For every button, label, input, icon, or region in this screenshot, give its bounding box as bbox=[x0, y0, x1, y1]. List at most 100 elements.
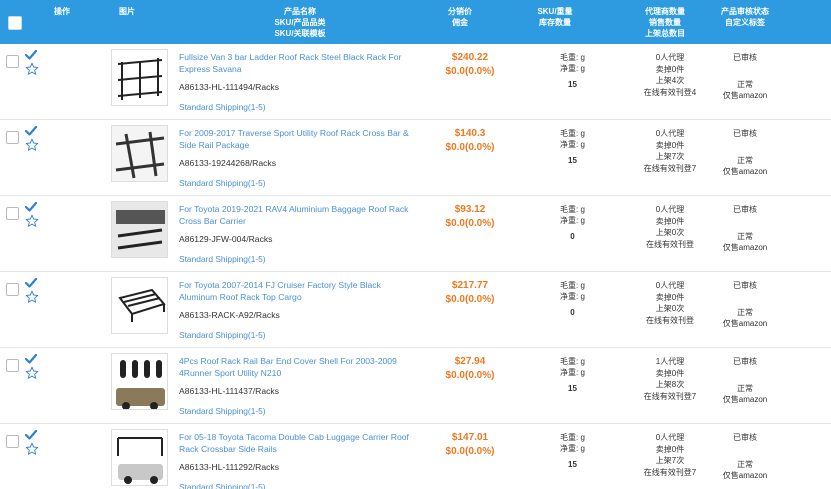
product-status: 正常 bbox=[737, 460, 753, 469]
listed-count: 上架0次 bbox=[655, 304, 685, 314]
checkmark-icon[interactable] bbox=[25, 126, 37, 136]
checkmark-icon[interactable] bbox=[25, 430, 37, 440]
sold-count: 卖掉0件 bbox=[655, 64, 685, 74]
checkmark-icon[interactable] bbox=[25, 278, 37, 288]
star-icon[interactable] bbox=[25, 366, 39, 380]
header-dist-price: 分销价 bbox=[448, 7, 472, 16]
star-icon[interactable] bbox=[25, 62, 39, 76]
weight-info: 毛重: g 净重: g bbox=[535, 204, 610, 226]
row-checkbox[interactable] bbox=[6, 435, 19, 448]
product-sku: A86133-19244268/Racks bbox=[179, 158, 276, 168]
active-listings: 在线有效刊登4 bbox=[643, 87, 697, 97]
commission-value: $0.0(0.0%) bbox=[445, 294, 495, 305]
review-status: 已审核 bbox=[733, 357, 757, 366]
product-title-link[interactable]: 4Pcs Roof Rack Rail Bar End Cover Shell … bbox=[179, 355, 415, 379]
net-weight: 净重: g bbox=[560, 64, 585, 73]
shipping-template-link[interactable]: Standard Shipping(1-5) bbox=[179, 178, 266, 188]
header-custom-tag: 自定义标签 bbox=[725, 18, 765, 27]
header-sales-qty: 销售数量 bbox=[649, 18, 681, 27]
checkmark-icon[interactable] bbox=[25, 202, 37, 212]
listed-count: 上架7次 bbox=[655, 456, 685, 466]
sold-count: 卖掉0件 bbox=[655, 292, 685, 302]
agent-sales-info: 0人代理 卖掉0件 上架0次 在线有效刊登 bbox=[630, 204, 710, 250]
stock-quantity: 15 bbox=[568, 156, 577, 165]
header-sku-column: SKU/重量 库存数量 bbox=[520, 6, 590, 28]
row-checkbox[interactable] bbox=[6, 55, 19, 68]
header-review-status: 产品审核状态 bbox=[721, 7, 769, 16]
agent-sales-info: 0人代理 卖掉0件 上架7次 在线有效刊登7 bbox=[630, 128, 710, 174]
stock-quantity: 0 bbox=[570, 232, 575, 241]
gross-weight: 毛重: g bbox=[560, 433, 585, 442]
product-status: 正常 bbox=[737, 232, 753, 241]
header-sku-weight: SKU/重量 bbox=[537, 7, 573, 16]
header-agent-qty: 代理商数量 bbox=[645, 7, 685, 16]
sold-count: 卖掉0件 bbox=[655, 216, 685, 226]
select-all-checkbox[interactable] bbox=[8, 16, 22, 30]
agent-count: 1人代理 bbox=[655, 357, 685, 366]
active-listings: 在线有效刊登 bbox=[646, 239, 694, 249]
distribution-price: $240.22 bbox=[451, 52, 489, 63]
product-sku: A86133-HL-111292/Racks bbox=[179, 462, 280, 472]
header-operation: 操作 bbox=[54, 7, 70, 16]
header-sku-category: SKU/产品品类 bbox=[274, 18, 326, 27]
shipping-template-link[interactable]: Standard Shipping(1-5) bbox=[179, 102, 266, 112]
shipping-template-link[interactable]: Standard Shipping(1-5) bbox=[179, 482, 266, 489]
product-title-link[interactable]: For Toyota 2007-2014 FJ Cruiser Factory … bbox=[179, 279, 415, 303]
review-status: 已审核 bbox=[733, 433, 757, 442]
product-thumbnail[interactable] bbox=[111, 277, 168, 334]
product-sku: A86133-RACK-A92/Racks bbox=[179, 310, 280, 320]
listed-count: 上架8次 bbox=[655, 380, 685, 390]
commission-value: $0.0(0.0%) bbox=[445, 218, 495, 229]
review-status: 已审核 bbox=[733, 281, 757, 290]
agent-sales-info: 0人代理 卖掉0件 上架7次 在线有效刊登7 bbox=[630, 432, 710, 478]
table-header: 操作 图片 产品名称 SKU/产品品类 SKU/关联模板 分销价 佣金 SKU/… bbox=[0, 0, 831, 44]
row-checkbox[interactable] bbox=[6, 207, 19, 220]
checkmark-icon[interactable] bbox=[25, 354, 37, 364]
table-row: For Toyota 2007-2014 FJ Cruiser Factory … bbox=[0, 272, 831, 348]
star-icon[interactable] bbox=[25, 442, 39, 456]
header-stock-qty: 库存数量 bbox=[539, 18, 571, 27]
commission-value: $0.0(0.0%) bbox=[445, 446, 495, 457]
shipping-template-link[interactable]: Standard Shipping(1-5) bbox=[179, 406, 266, 416]
star-icon[interactable] bbox=[25, 290, 39, 304]
product-sku: A86133-HL-111494/Racks bbox=[179, 82, 280, 92]
product-thumbnail[interactable] bbox=[111, 125, 168, 182]
star-icon[interactable] bbox=[25, 214, 39, 228]
product-thumbnail[interactable] bbox=[111, 353, 168, 410]
product-thumbnail[interactable] bbox=[111, 201, 168, 258]
product-sku: A86129-JFW-004/Racks bbox=[179, 234, 273, 244]
agent-sales-info: 0人代理 卖掉0件 上架4次 在线有效刊登4 bbox=[630, 52, 710, 98]
custom-tag: 仅售amazon bbox=[722, 471, 768, 480]
review-status: 已审核 bbox=[733, 129, 757, 138]
checkmark-icon[interactable] bbox=[25, 50, 37, 60]
commission-value: $0.0(0.0%) bbox=[445, 142, 495, 153]
product-status: 正常 bbox=[737, 80, 753, 89]
commission-value: $0.0(0.0%) bbox=[445, 370, 495, 381]
header-price-column: 分销价 佣金 bbox=[430, 6, 490, 28]
row-checkbox[interactable] bbox=[6, 283, 19, 296]
agent-sales-info: 0人代理 卖掉0件 上架0次 在线有效刊登 bbox=[630, 280, 710, 326]
row-checkbox[interactable] bbox=[6, 131, 19, 144]
distribution-price: $217.77 bbox=[451, 280, 489, 291]
product-thumbnail[interactable] bbox=[111, 429, 168, 486]
agent-count: 0人代理 bbox=[655, 129, 685, 138]
gross-weight: 毛重: g bbox=[560, 129, 585, 138]
product-title-link[interactable]: For 2009-2017 Traverse Sport Utility Roo… bbox=[179, 127, 415, 151]
agent-count: 0人代理 bbox=[655, 281, 685, 290]
sold-count: 卖掉0件 bbox=[655, 444, 685, 454]
shipping-template-link[interactable]: Standard Shipping(1-5) bbox=[179, 254, 266, 264]
sold-count: 卖掉0件 bbox=[655, 368, 685, 378]
product-status: 正常 bbox=[737, 384, 753, 393]
header-listing-total: 上架总数目 bbox=[645, 29, 685, 38]
product-title-link[interactable]: For Toyota 2019-2021 RAV4 Aluminium Bagg… bbox=[179, 203, 415, 227]
weight-info: 毛重: g 净重: g bbox=[535, 52, 610, 74]
product-thumbnail[interactable] bbox=[111, 49, 168, 106]
row-checkbox[interactable] bbox=[6, 359, 19, 372]
star-icon[interactable] bbox=[25, 138, 39, 152]
product-title-link[interactable]: For 05-18 Toyota Tacoma Double Cab Lugga… bbox=[179, 431, 415, 455]
shipping-template-link[interactable]: Standard Shipping(1-5) bbox=[179, 330, 266, 340]
distribution-price: $147.01 bbox=[451, 432, 489, 443]
listed-count: 上架7次 bbox=[655, 152, 685, 162]
header-sku-template: SKU/关联模板 bbox=[274, 29, 326, 38]
product-title-link[interactable]: Fullsize Van 3 bar Ladder Roof Rack Stee… bbox=[179, 51, 415, 75]
